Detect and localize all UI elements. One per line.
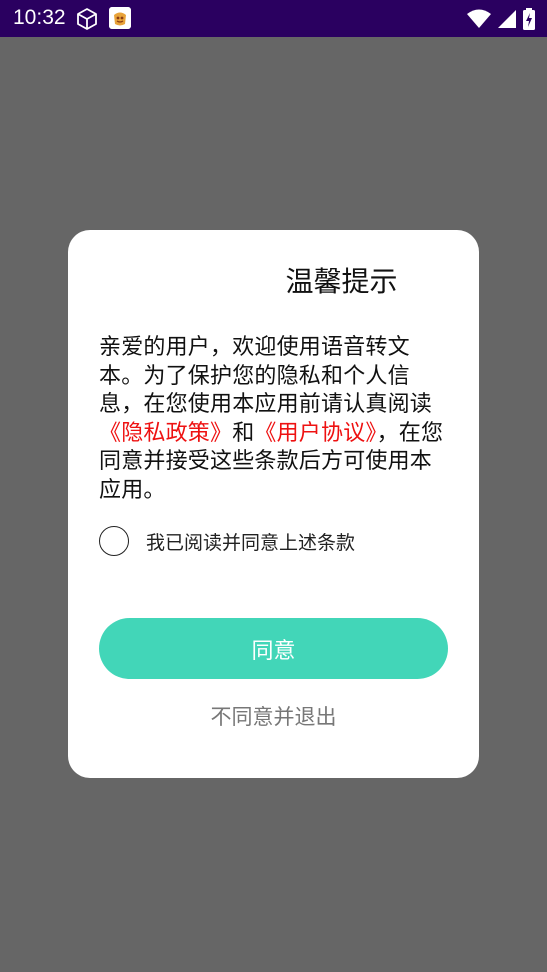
agree-terms-row[interactable]: 我已阅读并同意上述条款 <box>99 524 355 558</box>
status-icons <box>467 8 535 30</box>
app-notification-icon <box>109 7 131 29</box>
agree-button[interactable]: 同意 <box>99 618 448 679</box>
screen: 10:32 温馨提示 亲爱的用户，欢迎使用语音转文本。为了保护您的隐私和个人信息… <box>0 0 547 972</box>
body-text-and: 和 <box>232 420 255 446</box>
battery-charging-icon <box>523 8 535 30</box>
agree-checkbox[interactable] <box>99 526 129 556</box>
agree-checkbox-label[interactable]: 我已阅读并同意上述条款 <box>146 528 355 555</box>
cellular-signal-icon <box>498 10 516 28</box>
dialog-title: 温馨提示 <box>285 265 398 298</box>
dialog-body: 亲爱的用户，欢迎使用语音转文本。为了保护您的隐私和个人信息，在您使用本应用前请认… <box>99 334 449 506</box>
user-agreement-link[interactable]: 《用户协议》 <box>254 421 376 446</box>
status-bar: 10:32 <box>0 0 547 37</box>
wifi-icon <box>467 9 491 28</box>
cube-icon <box>77 8 97 30</box>
status-time: 10:32 <box>13 6 66 29</box>
disagree-exit-button[interactable]: 不同意并退出 <box>68 700 479 734</box>
body-text-prefix: 亲爱的用户，欢迎使用语音转文本。为了保护您的隐私和个人信息，在您使用本应用前请认… <box>99 335 433 418</box>
privacy-policy-link[interactable]: 《隐私政策》 <box>99 421 232 446</box>
privacy-dialog: 温馨提示 亲爱的用户，欢迎使用语音转文本。为了保护您的隐私和个人信息，在您使用本… <box>68 230 479 778</box>
